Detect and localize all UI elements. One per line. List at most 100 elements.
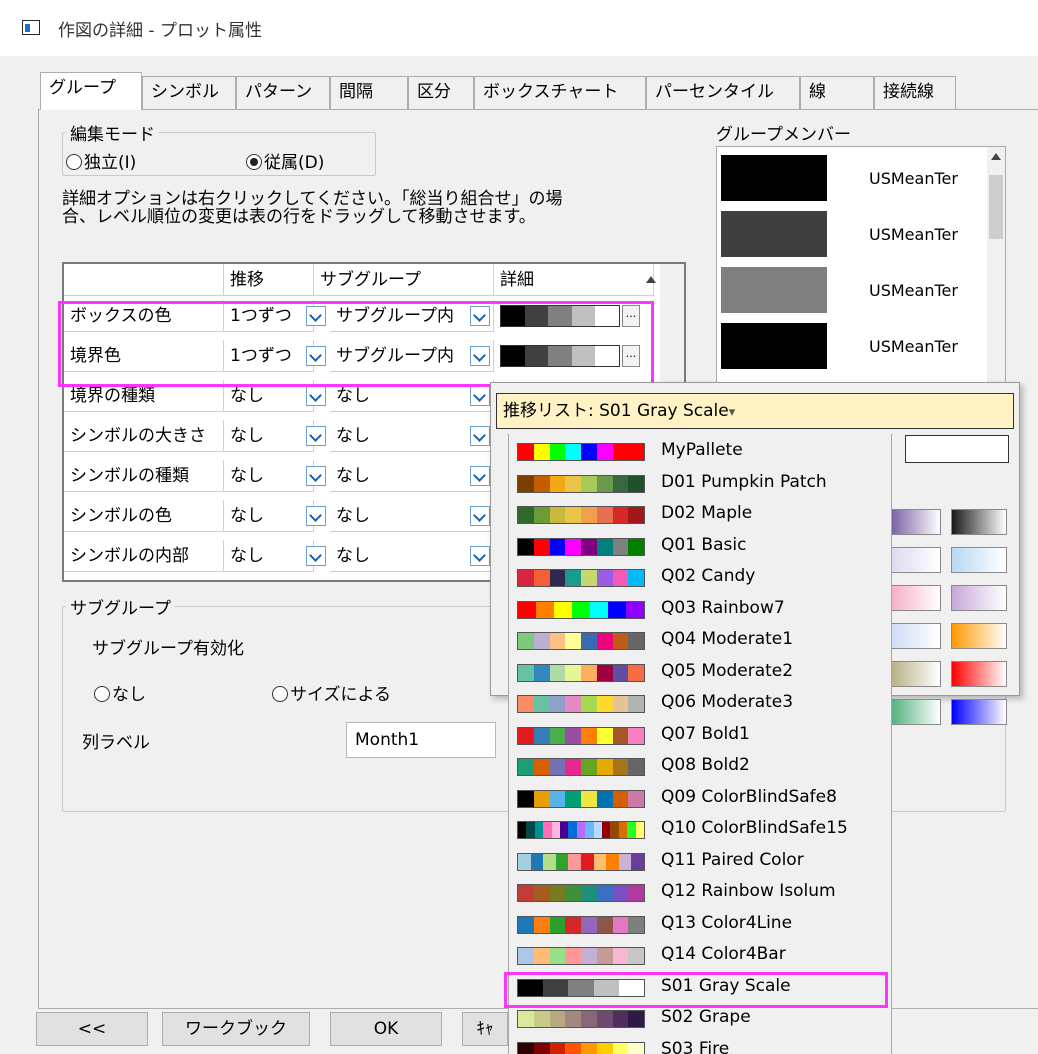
chevron-down-icon[interactable]: [470, 546, 490, 566]
palette-list-item[interactable]: Q08 Bold2: [509, 751, 889, 782]
grid-row-step[interactable]: なし: [224, 460, 314, 492]
scroll-up-icon[interactable]: [991, 153, 1001, 160]
palette-list-item[interactable]: Q02 Candy: [509, 562, 889, 593]
grid-row-name: シンボルの種類: [64, 460, 224, 492]
radio-icon: [94, 686, 110, 702]
radio-subgroup-none[interactable]: なし: [94, 680, 146, 705]
palette-list-item[interactable]: Q10 ColorBlindSafe15: [509, 814, 889, 845]
palette-list-item[interactable]: Q01 Basic: [509, 531, 889, 562]
palette-list-item[interactable]: Q13 Color4Line: [509, 909, 889, 940]
palette-name: Q10 ColorBlindSafe15: [661, 818, 848, 838]
palette-list-item[interactable]: Q12 Rainbow Isolum: [509, 877, 889, 908]
tab-1[interactable]: シンボル: [142, 76, 236, 109]
member-label: USMeanTer: [869, 281, 958, 300]
ok-button[interactable]: OK: [330, 1012, 442, 1046]
group-members-list[interactable]: USMeanTer USMeanTer USMeanTer USMeanTer: [716, 146, 1006, 386]
popup-field[interactable]: [905, 435, 1009, 463]
scroll-up-icon[interactable]: [646, 276, 656, 283]
palette-list-item[interactable]: D01 Pumpkin Patch: [509, 468, 889, 499]
chevron-down-icon[interactable]: [306, 386, 326, 406]
palette-grid-swatch[interactable]: [885, 699, 941, 725]
palette-list-item[interactable]: Q05 Moderate2: [509, 657, 889, 688]
palette-grid-swatch[interactable]: [885, 661, 941, 687]
chevron-down-icon[interactable]: [306, 506, 326, 526]
chevron-down-icon[interactable]: [470, 466, 490, 486]
palette-grid-swatch[interactable]: [951, 661, 1007, 687]
palette-list-item[interactable]: Q09 ColorBlindSafe8: [509, 783, 889, 814]
palette-grid-swatch[interactable]: [951, 699, 1007, 725]
palette-grid-swatch[interactable]: [951, 623, 1007, 649]
palette-color-strip: [517, 695, 645, 713]
chevron-down-icon[interactable]: [306, 466, 326, 486]
palette-color-strip: [517, 569, 645, 587]
palette-list-item[interactable]: Q07 Bold1: [509, 720, 889, 751]
cancel-button[interactable]: ｷｬ: [462, 1012, 508, 1046]
palette-color-strip: [517, 443, 645, 461]
palette-list-item[interactable]: Q11 Paired Color: [509, 846, 889, 877]
member-color-swatch: [721, 323, 827, 369]
increment-list-label: 推移リスト: S01 Gray Scale: [503, 401, 729, 421]
tab-4[interactable]: 区分: [408, 76, 474, 109]
chevron-down-icon[interactable]: [470, 386, 490, 406]
member-color-swatch: [721, 155, 827, 201]
tab-6[interactable]: パーセンタイル: [646, 76, 800, 109]
chevron-down-icon[interactable]: [306, 546, 326, 566]
palette-grid-swatch[interactable]: [885, 547, 941, 573]
members-scrollbar[interactable]: [987, 147, 1005, 386]
grid-row-step[interactable]: なし: [224, 540, 314, 572]
subgroup-enable-label: サブグループ有効化: [92, 639, 244, 659]
radio-icon: [246, 154, 262, 170]
palette-name: Q12 Rainbow Isolum: [661, 881, 836, 901]
tab-8[interactable]: 接続線: [874, 76, 956, 109]
palette-list-item[interactable]: D02 Maple: [509, 499, 889, 530]
palette-grid-swatch[interactable]: [951, 585, 1007, 611]
grid-row-name: シンボルの内部: [64, 540, 224, 572]
highlight-box: [58, 301, 654, 387]
palette-grid-swatch[interactable]: [885, 585, 941, 611]
grid-row-step[interactable]: なし: [224, 420, 314, 452]
palette-name: D01 Pumpkin Patch: [661, 471, 827, 492]
palette-list[interactable]: MyPallete D01 Pumpkin Patch D02 Maple Q01 B…: [508, 434, 892, 1054]
palette-list-item[interactable]: Q04 Moderate1: [509, 625, 889, 656]
grid-header-0: [64, 264, 224, 296]
radio-independent[interactable]: 独立(I): [66, 148, 136, 173]
palette-grid-swatch[interactable]: [951, 547, 1007, 573]
subgroup-title: サブグループ: [66, 594, 175, 619]
palette-list-item[interactable]: MyPallete: [509, 436, 889, 467]
palette-list-item[interactable]: S03 Fire: [509, 1035, 889, 1054]
palette-color-strip: [517, 600, 645, 619]
tab-5[interactable]: ボックスチャート: [474, 76, 646, 109]
palette-name: Q02 Candy: [661, 566, 756, 586]
chevron-down-icon[interactable]: [470, 506, 490, 526]
scroll-thumb[interactable]: [989, 175, 1003, 239]
radio-dependent[interactable]: 従属(D): [246, 148, 324, 173]
palette-grid-swatch[interactable]: [885, 623, 941, 649]
workbook-button[interactable]: ワークブック: [162, 1012, 310, 1046]
palette-list-item[interactable]: Q14 Color4Bar: [509, 940, 889, 971]
tab-2[interactable]: パターン: [236, 76, 330, 109]
palette-color-strip: [517, 884, 645, 902]
chevron-down-icon[interactable]: [306, 426, 326, 446]
palette-color-strip: [517, 726, 645, 745]
palette-list-item[interactable]: Q03 Rainbow7: [509, 594, 889, 625]
tab-7[interactable]: 線: [800, 76, 874, 109]
palette-name: Q09 ColorBlindSafe8: [661, 786, 837, 807]
chevron-down-icon: ▾: [728, 405, 736, 420]
radio-subgroup-size-label: サイズによる: [290, 685, 391, 705]
radio-subgroup-size[interactable]: サイズによる: [272, 680, 391, 705]
highlight-box: [504, 972, 888, 1008]
palette-grid-swatch[interactable]: [885, 509, 941, 535]
grid-row-step[interactable]: なし: [224, 500, 314, 532]
grid-header-3: 詳細: [494, 264, 654, 296]
palette-list-item[interactable]: Q06 Moderate3: [509, 688, 889, 719]
tab-3[interactable]: 間隔: [330, 76, 408, 109]
palette-grid-swatch[interactable]: [951, 509, 1007, 535]
tab-0[interactable]: グループ: [40, 72, 142, 110]
grid-header-1: 推移: [224, 264, 314, 296]
back-button[interactable]: <<: [36, 1012, 148, 1046]
increment-list-header[interactable]: 推移リスト: S01 Gray Scale▾: [496, 393, 1014, 429]
palette-name: S02 Grape: [661, 1007, 751, 1027]
column-label-combo[interactable]: Month1: [346, 722, 496, 758]
chevron-down-icon[interactable]: [470, 426, 490, 446]
palette-color-strip: [517, 821, 645, 839]
